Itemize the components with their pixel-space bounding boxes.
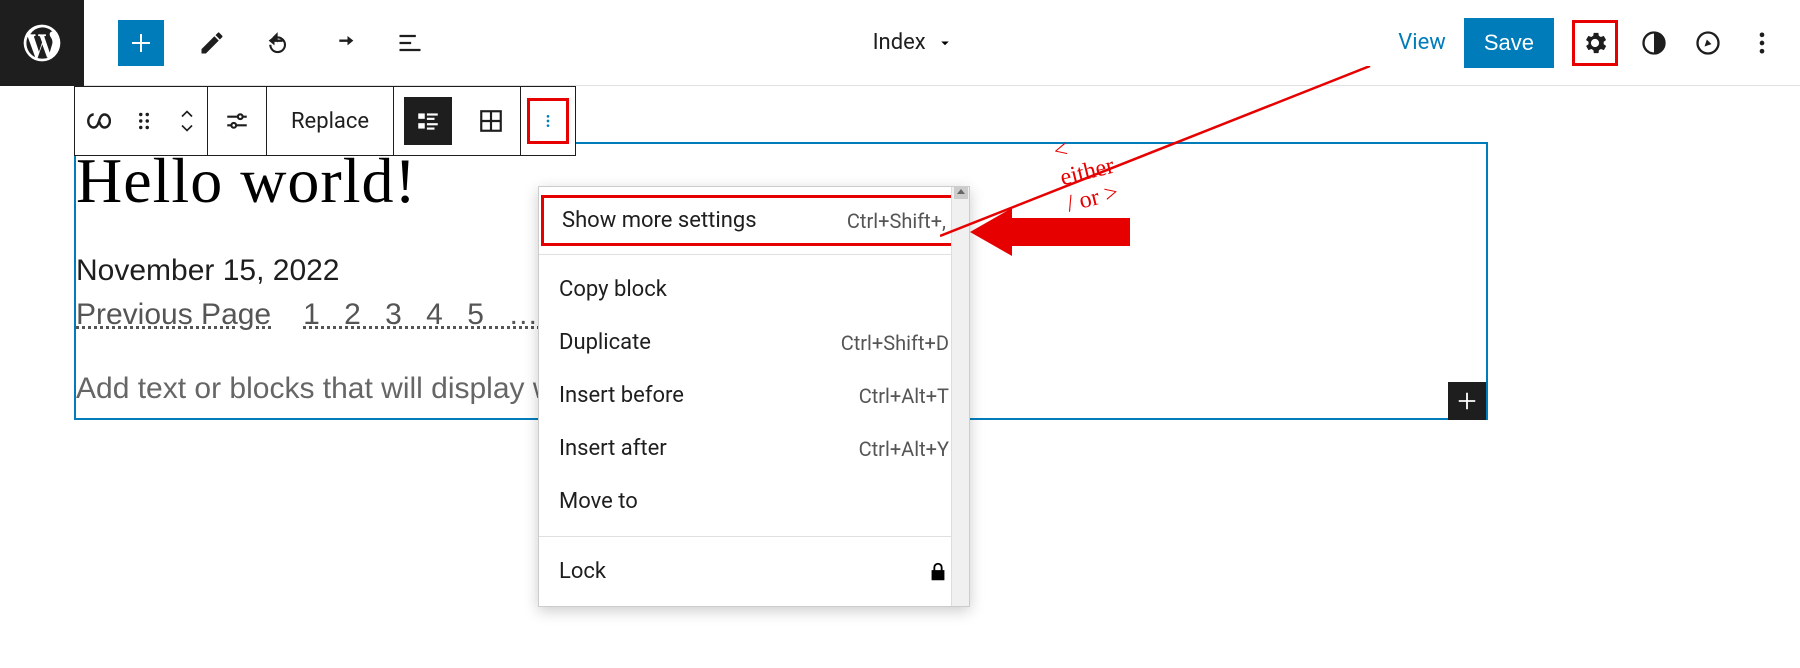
toolbar-left [118,20,428,66]
menu-shortcut: Ctrl+Shift+D [841,331,949,355]
edit-mode-button[interactable] [194,25,230,61]
menu-label: Insert after [559,436,667,461]
align-left-button[interactable] [404,97,452,145]
redo-button[interactable] [326,25,362,61]
grid-layout-button[interactable] [462,87,520,155]
menu-label: Duplicate [559,330,651,355]
template-title: Index [873,30,926,55]
grid-icon [478,108,504,134]
block-options-button[interactable] [530,101,566,141]
drag-icon [131,108,157,134]
menu-label: Lock [559,559,606,584]
compass-icon [1694,29,1722,57]
list-layout-icon [415,108,441,134]
block-toolbar: Replace [74,86,576,156]
settings-sliders-button[interactable] [208,87,266,155]
menu-insert-after[interactable]: Insert after Ctrl+Alt+Y [539,422,969,475]
drag-handle[interactable] [121,87,167,155]
chevron-down-icon [177,121,197,135]
menu-label: Insert before [559,383,684,408]
menu-scrollbar[interactable] [951,187,969,606]
block-type-button[interactable] [75,87,121,155]
menu-lock[interactable]: Lock [539,545,969,598]
browse-button[interactable] [1690,25,1726,61]
menu-shortcut: Ctrl+Shift+, [847,209,946,233]
plus-icon [129,31,153,55]
toolbar-right: View Save [1398,18,1780,68]
menu-insert-before[interactable]: Insert before Ctrl+Alt+T [539,369,969,422]
view-link[interactable]: View [1398,30,1446,55]
undo-button[interactable] [260,25,296,61]
save-button[interactable]: Save [1464,18,1554,68]
menu-label: Move to [559,489,638,514]
add-block-button[interactable] [118,20,164,66]
block-options-highlight [527,98,569,144]
menu-duplicate[interactable]: Duplicate Ctrl+Shift+D [539,316,969,369]
top-bar: Index View Save [0,0,1800,86]
chevron-up-icon [177,107,197,121]
lock-icon [927,561,949,583]
redo-icon [330,29,358,57]
undo-icon [264,29,292,57]
list-view-icon [396,29,424,57]
wordpress-icon [20,21,64,65]
menu-shortcut: Ctrl+Alt+Y [859,437,949,461]
chevron-down-icon [936,34,954,52]
loop-icon [85,108,111,134]
menu-show-more-settings[interactable]: Show more settings Ctrl+Shift+, [541,195,967,246]
pencil-icon [198,29,226,57]
template-selector[interactable]: Index [428,30,1398,55]
more-vertical-icon [1748,29,1776,57]
menu-move-to[interactable]: Move to [539,475,969,528]
menu-copy-block[interactable]: Copy block [539,263,969,316]
menu-label: Show more settings [562,208,757,233]
list-view-button[interactable] [392,25,428,61]
menu-shortcut: Ctrl+Alt+T [859,384,949,408]
sliders-icon [224,108,250,134]
prev-page-link[interactable]: Previous Page [76,298,271,332]
settings-button[interactable] [1572,20,1618,66]
contrast-icon [1640,29,1668,57]
menu-label: Copy block [559,277,667,302]
replace-button[interactable]: Replace [267,87,393,155]
more-vertical-icon [540,108,556,134]
editor-canvas: Replace Hello world! November 15, 2022 [0,86,1800,106]
gear-icon [1581,29,1609,57]
wordpress-logo[interactable] [0,0,84,86]
options-button[interactable] [1744,25,1780,61]
styles-button[interactable] [1636,25,1672,61]
move-updown[interactable] [167,87,207,155]
block-options-menu: Show more settings Ctrl+Shift+, Copy blo… [538,186,970,607]
